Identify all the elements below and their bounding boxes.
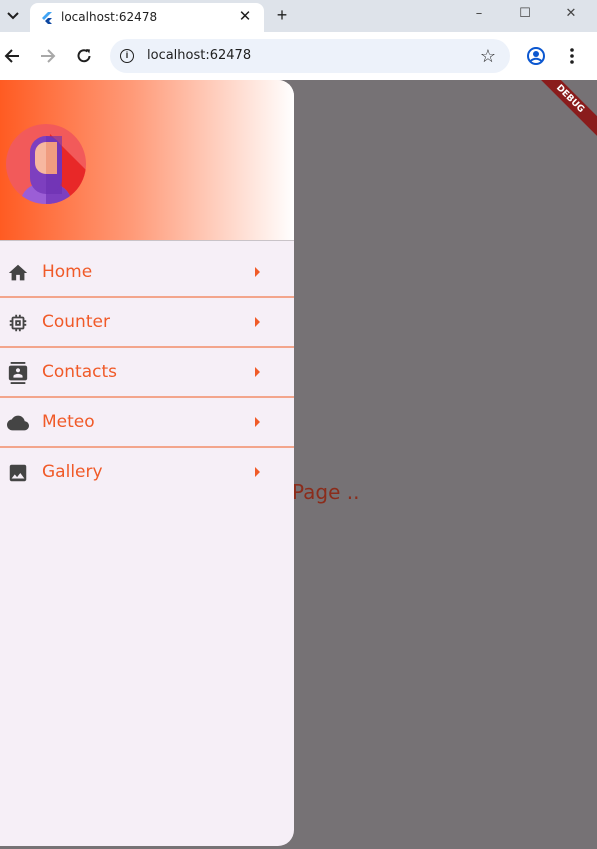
tab-search-chevron-icon[interactable] [0,3,26,29]
navigation-drawer: Home Counter Contacts Meteo Gallery [0,80,294,846]
cloud-icon [7,415,29,431]
chip-icon [9,314,27,332]
back-arrow-icon[interactable] [0,44,24,68]
avatar[interactable] [6,124,86,204]
address-url[interactable]: localhost:62478 [147,48,251,63]
close-window-icon[interactable]: ✕ [559,4,583,24]
chevron-right-icon [255,267,260,277]
browser-tab[interactable]: localhost:62478 ✕ [30,3,264,32]
minimize-icon[interactable]: – [467,4,491,24]
chevron-right-icon [255,317,260,327]
drawer-item-home[interactable]: Home [0,248,294,298]
image-icon [9,464,27,482]
drawer-item-label: Counter [42,312,110,332]
profile-icon[interactable] [524,44,548,68]
drawer-item-label: Gallery [42,462,103,482]
app-viewport[interactable]: Page .. DEBUG Home Counter Contacts Mete… [0,80,597,849]
home-icon [8,264,28,281]
browser-menu-icon[interactable] [560,44,584,68]
drawer-item-label: Home [42,262,93,282]
browser-tab-strip: localhost:62478 ✕ + – ☐ ✕ [0,0,597,32]
drawer-item-label: Contacts [42,362,117,382]
forward-arrow-icon[interactable] [36,44,60,68]
reload-icon[interactable] [72,44,96,68]
tab-title: localhost:62478 [61,10,158,24]
bookmark-star-icon[interactable]: ☆ [480,46,496,66]
drawer-item-meteo[interactable]: Meteo [0,398,294,448]
flutter-favicon-icon [42,12,52,24]
tab-close-icon[interactable]: ✕ [236,8,254,26]
address-bar[interactable]: i localhost:62478 ☆ [110,39,510,73]
new-tab-icon[interactable]: + [272,5,292,25]
chevron-right-icon [255,467,260,477]
site-info-icon[interactable]: i [120,49,134,63]
page-body-text: Page .. [292,480,360,504]
chevron-right-icon [255,367,260,377]
drawer-item-counter[interactable]: Counter [0,298,294,348]
maximize-icon[interactable]: ☐ [513,4,537,24]
drawer-item-label: Meteo [42,412,95,432]
debug-banner: DEBUG [526,80,597,143]
drawer-item-gallery[interactable]: Gallery [0,448,294,498]
drawer-header [0,80,294,241]
chevron-right-icon [255,417,260,427]
contacts-icon [8,362,28,384]
browser-toolbar: i localhost:62478 ☆ [0,32,597,80]
drawer-item-contacts[interactable]: Contacts [0,348,294,398]
